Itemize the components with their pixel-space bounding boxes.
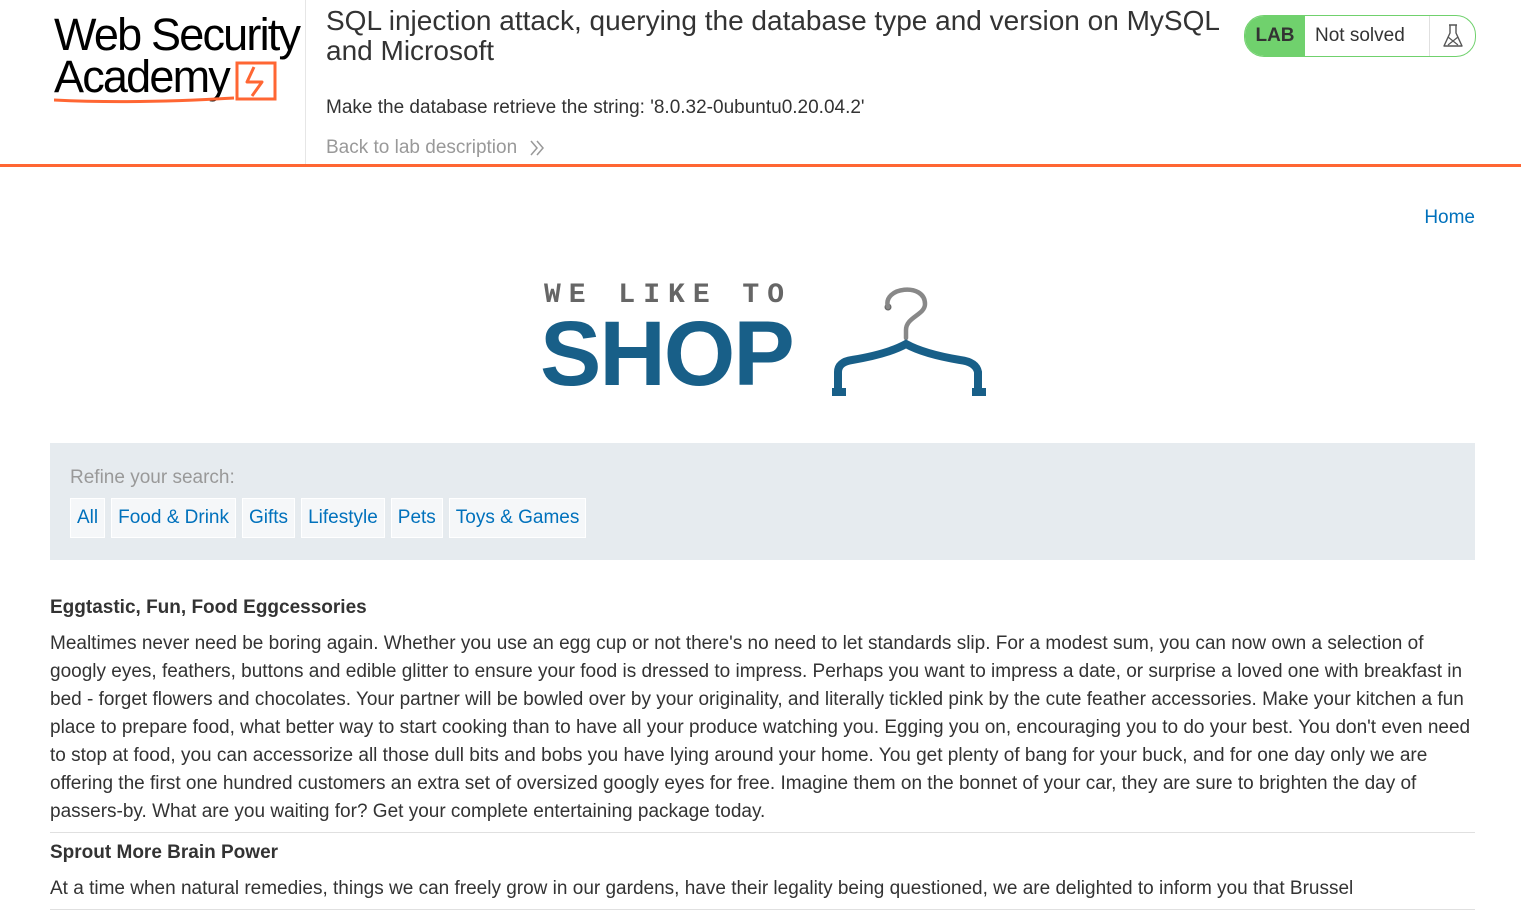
filter-lifestyle[interactable]: Lifestyle [301,498,385,538]
product-title: Sprout More Brain Power [50,842,279,863]
product-title: Eggtastic, Fun, Food Eggcessories [50,597,367,618]
back-link-label: Back to lab description [326,137,518,158]
web-security-academy-logo[interactable]: Web Security Academy [54,12,304,104]
product-description: At a time when natural remedies, things … [50,878,1354,899]
lab-badge: LAB [1245,16,1305,56]
we-like-to-shop-logo: WE LIKE TO SHOP [540,280,990,405]
product-item: Sprout More Brain Power At a time when n… [50,839,1475,910]
lab-title: SQL injection attack, querying the datab… [326,5,1219,66]
filter-pets[interactable]: Pets [390,498,443,538]
filter-all[interactable]: All [70,498,106,538]
filter-toys-games[interactable]: Toys & Games [448,498,587,538]
filter-food-drink[interactable]: Food & Drink [111,498,236,538]
lab-status-widget: LAB Not solved [1244,15,1476,57]
lab-goal: Make the database retrieve the string: '… [326,97,865,118]
lab-status-text: Not solved [1305,16,1430,56]
product-list: Eggtastic, Fun, Food Eggcessories Mealti… [50,594,1475,910]
logo-flash-icon [54,61,277,104]
academy-header: Web Security Academy SQL injection attac… [0,0,1521,167]
shop-logo-name: SHOP [540,303,795,405]
filter-panel: Refine your search: All Food & Drink Gif… [50,443,1475,560]
back-to-description-link[interactable]: Back to lab description [326,137,545,159]
header-divider [305,0,306,164]
double-chevron-right-icon [530,140,545,156]
home-link[interactable]: Home [1424,207,1475,229]
product-item: Eggtastic, Fun, Food Eggcessories Mealti… [50,594,1475,833]
category-filter-list: All Food & Drink Gifts Lifestyle Pets To… [70,498,587,538]
product-description: Mealtimes never need be boring again. Wh… [50,633,1471,822]
hanger-icon [832,287,986,396]
flask-icon [1430,16,1475,56]
filter-label: Refine your search: [70,467,235,488]
filter-gifts[interactable]: Gifts [242,498,296,538]
